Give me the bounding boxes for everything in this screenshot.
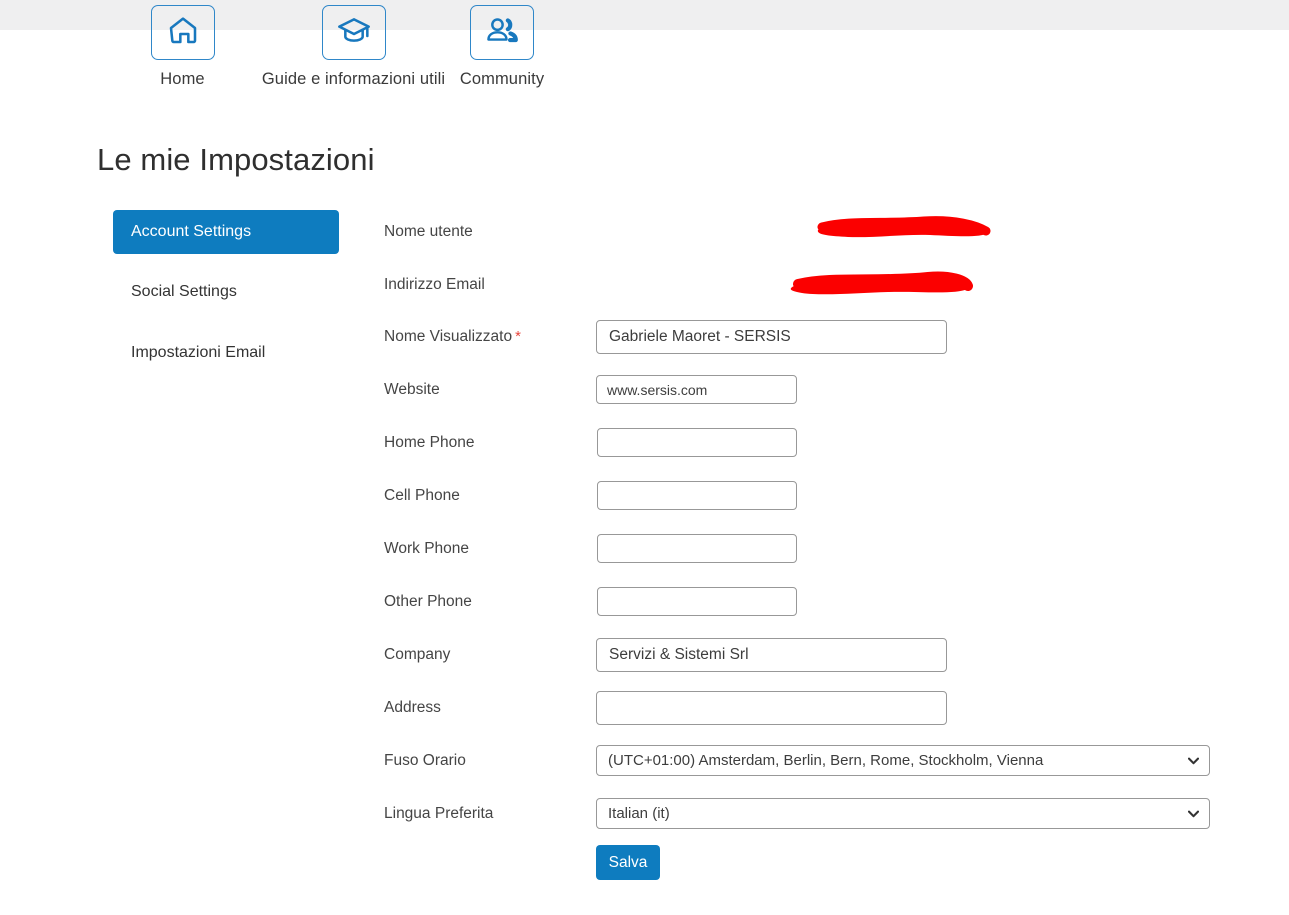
home-phone-input[interactable] <box>597 428 797 457</box>
field-row-save: Salva <box>384 840 1244 885</box>
label-work-phone: Work Phone <box>384 539 470 557</box>
redaction-scribble-username <box>817 215 991 237</box>
sidebar-item-social-settings[interactable]: Social Settings <box>113 270 339 314</box>
cell-phone-input[interactable] <box>597 481 797 510</box>
label-home-phone: Home Phone <box>384 433 475 451</box>
required-asterisk: * <box>515 328 521 345</box>
field-row-other-phone: Other Phone <box>384 575 1244 628</box>
label-username: Nome utente <box>384 222 473 240</box>
nav-item-guide[interactable]: Guide e informazioni utili <box>261 5 446 89</box>
sidebar-item-label: Impostazioni Email <box>131 344 266 361</box>
language-select[interactable]: Italian (it) <box>596 798 1210 829</box>
field-row-display-name: Nome Visualizzato * <box>384 311 1244 363</box>
nav-label-home: Home <box>160 70 205 88</box>
field-row-company: Company <box>384 628 1244 681</box>
display-name-input[interactable] <box>596 320 947 354</box>
label-cell-phone: Cell Phone <box>384 486 460 504</box>
nav-label-community: Community <box>459 70 545 88</box>
page-title: Le mie Impostazioni <box>97 142 375 177</box>
label-address: Address <box>384 698 441 716</box>
field-row-home-phone: Home Phone <box>384 416 1244 469</box>
settings-sidebar: Account Settings Social Settings Imposta… <box>113 210 339 391</box>
redaction-scribble-email <box>790 271 973 294</box>
label-email: Indirizzo Email <box>384 275 485 293</box>
field-row-work-phone: Work Phone <box>384 522 1244 575</box>
address-input[interactable] <box>596 690 947 725</box>
nav-item-home[interactable]: Home <box>100 5 265 89</box>
sidebar-item-account-settings[interactable]: Account Settings <box>113 210 339 254</box>
label-website: Website <box>384 380 440 398</box>
field-row-username: Nome utente <box>384 205 1244 258</box>
main-navigation: Home Guide e informazioni utili Communit… <box>100 5 562 89</box>
work-phone-input[interactable] <box>597 534 797 563</box>
field-row-email: Indirizzo Email <box>384 258 1244 311</box>
label-language: Lingua Preferita <box>384 804 494 822</box>
value-email-redacted <box>597 270 1017 300</box>
nav-label-guide: Guide e informazioni utili <box>261 70 446 88</box>
label-company: Company <box>384 645 451 663</box>
nav-tile-home[interactable] <box>150 5 215 60</box>
website-input[interactable] <box>596 375 797 404</box>
company-input[interactable] <box>596 637 947 672</box>
other-phone-input[interactable] <box>597 587 797 616</box>
graduation-cap-icon <box>336 14 372 51</box>
save-button[interactable]: Salva <box>596 845 660 880</box>
sidebar-item-label: Account Settings <box>131 223 252 240</box>
label-other-phone: Other Phone <box>384 592 472 610</box>
field-row-timezone: Fuso Orario (UTC+01:00) Amsterdam, Berli… <box>384 734 1244 787</box>
people-icon <box>485 15 519 51</box>
sidebar-item-email-settings[interactable]: Impostazioni Email <box>113 331 339 375</box>
field-row-website: Website <box>384 363 1244 416</box>
nav-tile-guide[interactable] <box>321 5 386 60</box>
field-row-language: Lingua Preferita Italian (it) <box>384 787 1244 840</box>
field-row-address: Address <box>384 681 1244 734</box>
value-username-redacted <box>597 215 1017 247</box>
nav-item-community[interactable]: Community <box>442 5 562 89</box>
label-display-name: Nome Visualizzato * <box>384 328 521 345</box>
timezone-select[interactable]: (UTC+01:00) Amsterdam, Berlin, Bern, Rom… <box>596 745 1210 776</box>
settings-page: Home Guide e informazioni utili Communit… <box>0 0 1289 915</box>
sidebar-item-label: Social Settings <box>131 283 237 300</box>
nav-tile-community[interactable] <box>470 5 534 60</box>
account-settings-form: Nome utente Indirizzo Email Nome Visuali… <box>384 205 1244 885</box>
home-icon <box>166 14 200 51</box>
field-row-cell-phone: Cell Phone <box>384 469 1244 522</box>
label-timezone: Fuso Orario <box>384 751 466 769</box>
